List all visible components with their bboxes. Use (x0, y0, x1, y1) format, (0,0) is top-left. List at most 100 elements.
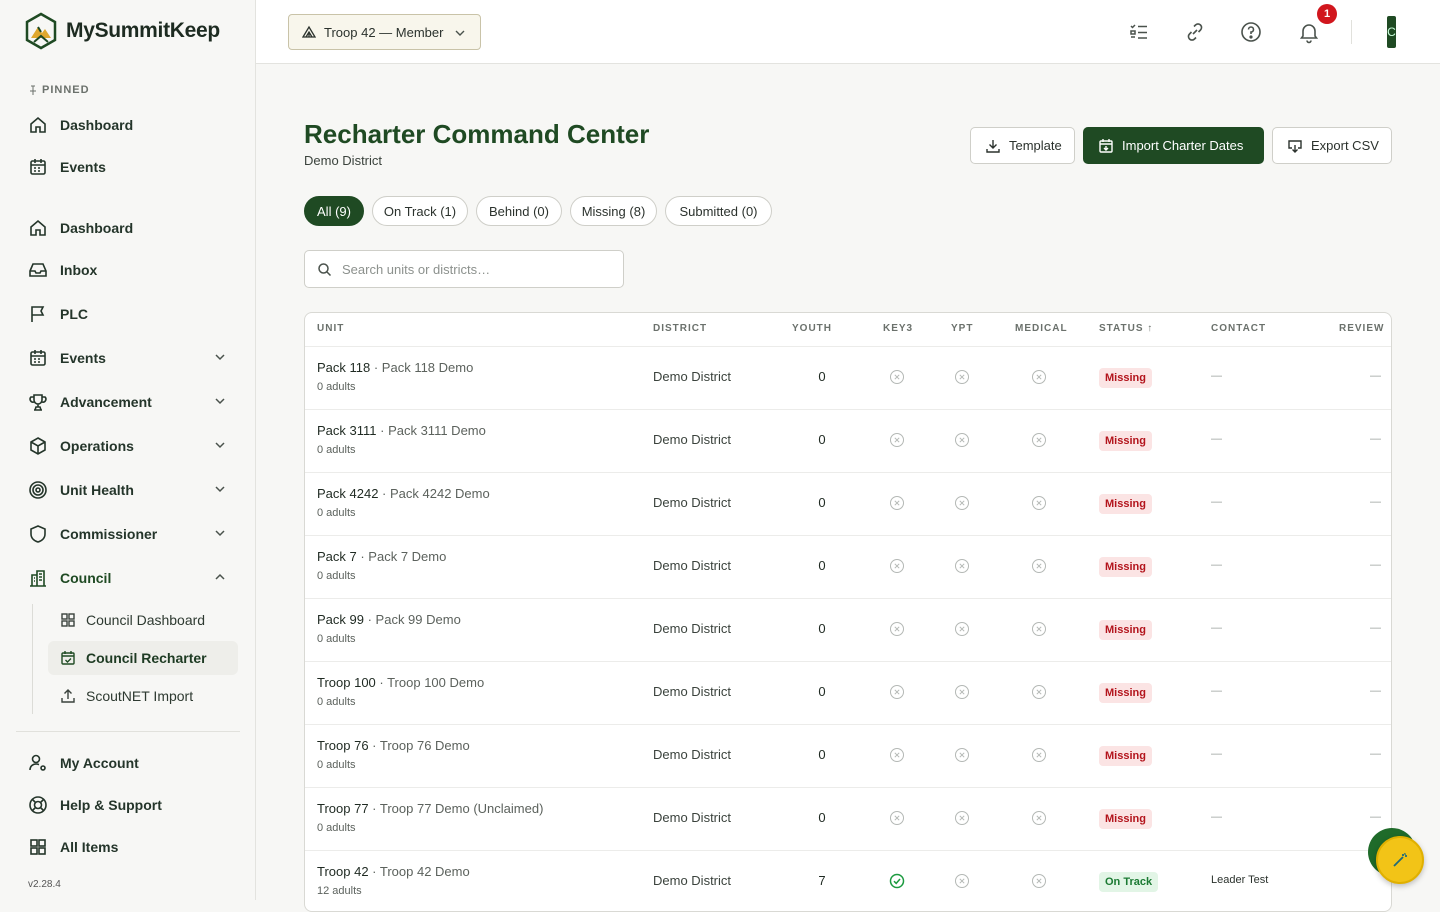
sidebar-item-inbox[interactable]: Inbox (16, 252, 240, 288)
notification-badge: 1 (1317, 4, 1337, 24)
filter-all[interactable]: All (9) (304, 196, 364, 226)
filter-missing[interactable]: Missing (8) (570, 196, 657, 226)
filter-behind[interactable]: Behind (0) (476, 196, 562, 226)
sidebar-item-commissioner[interactable]: Commissioner (16, 516, 240, 552)
bell-icon[interactable] (1297, 20, 1321, 44)
search-box[interactable] (304, 250, 624, 288)
col-header-ypt[interactable]: YPT (951, 323, 973, 334)
col-header-youth[interactable]: YOUTH (792, 323, 832, 334)
sidebar-item-unit-health[interactable]: Unit Health (16, 472, 240, 508)
table-row[interactable]: Troop 100 · Troop 100 Demo 0 adults Demo D… (305, 661, 1391, 724)
col-header-key3[interactable]: KEY3 (883, 323, 913, 334)
table-row[interactable]: Pack 7 · Pack 7 Demo 0 adults Demo Distric… (305, 535, 1391, 598)
sidebar-item-all-items[interactable]: All Items (16, 829, 240, 865)
key3-x-icon (890, 685, 904, 699)
export-csv-button[interactable]: Export CSV (1272, 127, 1392, 164)
unit-label[interactable]: Pack 4242 · Pack 4242 Demo (317, 486, 490, 501)
filter-submitted[interactable]: Submitted (0) (665, 196, 772, 226)
col-header-medical[interactable]: MEDICAL (1015, 323, 1068, 334)
sidebar-subitem-council-recharter[interactable]: Council Recharter (48, 641, 238, 675)
pinned-section-label: PINNED (28, 84, 90, 96)
sidebar-item-plc[interactable]: PLC (16, 296, 240, 332)
col-header-status[interactable]: STATUS ↑ (1099, 323, 1153, 334)
checklist-icon[interactable] (1127, 20, 1151, 44)
grid-icon (30, 839, 46, 855)
district-cell: Demo District (653, 495, 732, 510)
sidebar-subitem-council-dashboard[interactable]: Council Dashboard (48, 603, 238, 637)
chevron-down-icon (215, 530, 225, 537)
district-cell: Demo District (653, 558, 732, 573)
sidebar-item-help-support[interactable]: Help & Support (16, 787, 240, 823)
app-logo[interactable]: MySummitKeep (24, 12, 220, 50)
sidebar-item-my-account[interactable]: My Account (16, 745, 240, 781)
import-charter-dates-button[interactable]: Import Charter Dates (1083, 127, 1264, 164)
chevron-up-icon (215, 573, 225, 580)
pinned-item-dashboard[interactable]: Dashboard (16, 107, 240, 143)
avatar[interactable]: C (1387, 16, 1396, 48)
filter-on-track[interactable]: On Track (1) (372, 196, 468, 226)
table-row[interactable]: Pack 3111 · Pack 3111 Demo 0 adults Demo D… (305, 409, 1391, 472)
medical-x-icon (1032, 622, 1046, 636)
calendar-check-icon (61, 651, 75, 665)
table-row[interactable]: Pack 99 · Pack 99 Demo 0 adults Demo Distr… (305, 598, 1391, 661)
target-icon (29, 481, 47, 499)
unit-number: Pack 3111 (317, 423, 377, 438)
troop-selector[interactable]: Troop 42 — Member (288, 14, 481, 50)
ypt-x-icon (955, 496, 969, 510)
table-row[interactable]: Troop 76 · Troop 76 Demo 0 adults Demo Dis… (305, 724, 1391, 787)
table-row[interactable]: Troop 77 · Troop 77 Demo (Unclaimed) 0 ad… (305, 787, 1391, 850)
unit-label[interactable]: Pack 7 · Pack 7 Demo (317, 549, 446, 564)
col-header-review[interactable]: REVIEW (1339, 323, 1384, 334)
calendar-import-icon (1099, 138, 1113, 153)
youth-count: 7 (818, 873, 826, 888)
unit-label[interactable]: Troop 77 · Troop 77 Demo (Unclaimed) (317, 801, 543, 816)
review-cell: — (1370, 622, 1381, 634)
key3-x-icon (890, 559, 904, 573)
sidebar-item-events[interactable]: Events (16, 340, 240, 376)
unit-number: Troop 42 (317, 864, 369, 879)
page-subtitle: Demo District (304, 153, 383, 168)
table-row[interactable]: Pack 4242 · Pack 4242 Demo 0 adults Demo D… (305, 472, 1391, 535)
table-row[interactable]: Pack 118 · Pack 118 Demo 0 adults Demo Dis… (305, 346, 1391, 409)
template-button[interactable]: Template (970, 127, 1075, 164)
sidebar-item-operations[interactable]: Operations (16, 428, 240, 464)
col-header-unit[interactable]: UNIT (317, 323, 344, 334)
district-cell: Demo District (653, 684, 732, 699)
ypt-x-icon (955, 559, 969, 573)
assistant-fab-button[interactable] (1376, 836, 1424, 884)
unit-demo-name: · Troop 77 Demo (Unclaimed) (368, 801, 544, 816)
status-badge: On Track (1099, 872, 1159, 892)
unit-label[interactable]: Troop 76 · Troop 76 Demo (317, 738, 470, 753)
link-icon[interactable] (1183, 20, 1207, 44)
unit-label[interactable]: Pack 118 · Pack 118 Demo (317, 360, 473, 375)
search-input[interactable] (342, 261, 602, 277)
search-icon (318, 262, 332, 276)
unit-label[interactable]: Pack 3111 · Pack 3111 Demo (317, 423, 486, 438)
col-header-contact[interactable]: CONTACT (1211, 323, 1266, 334)
sidebar-item-dashboard[interactable]: Dashboard (16, 210, 240, 246)
unit-label[interactable]: Pack 99 · Pack 99 Demo (317, 612, 461, 627)
youth-count: 0 (818, 621, 826, 636)
adults-count: 0 adults (317, 759, 356, 771)
adults-count: 0 adults (317, 381, 356, 393)
unit-label[interactable]: Troop 42 · Troop 42 Demo (317, 864, 470, 879)
upload-icon (61, 689, 75, 703)
unit-label[interactable]: Troop 100 · Troop 100 Demo (317, 675, 484, 690)
inbox-icon (29, 263, 47, 277)
unit-demo-name: · Troop 100 Demo (375, 675, 485, 690)
table-row[interactable]: Troop 42 · Troop 42 Demo 12 adults Demo Di… (305, 850, 1391, 911)
unit-number: Troop 100 (317, 675, 376, 690)
sidebar-item-council[interactable]: Council (16, 560, 240, 596)
home-icon (30, 219, 46, 236)
medical-x-icon (1032, 496, 1046, 510)
pinned-item-events[interactable]: Events (16, 149, 240, 185)
district-cell: Demo District (653, 432, 732, 447)
contact-cell: — (1211, 622, 1222, 634)
key3-x-icon (890, 496, 904, 510)
help-icon[interactable] (1239, 20, 1263, 44)
ypt-x-icon (955, 622, 969, 636)
sidebar-subitem-scoutnet-import[interactable]: ScoutNET Import (48, 679, 238, 713)
col-header-district[interactable]: DISTRICT (653, 323, 707, 334)
unit-number: Troop 77 (317, 801, 369, 816)
sidebar-item-advancement[interactable]: Advancement (16, 384, 240, 420)
